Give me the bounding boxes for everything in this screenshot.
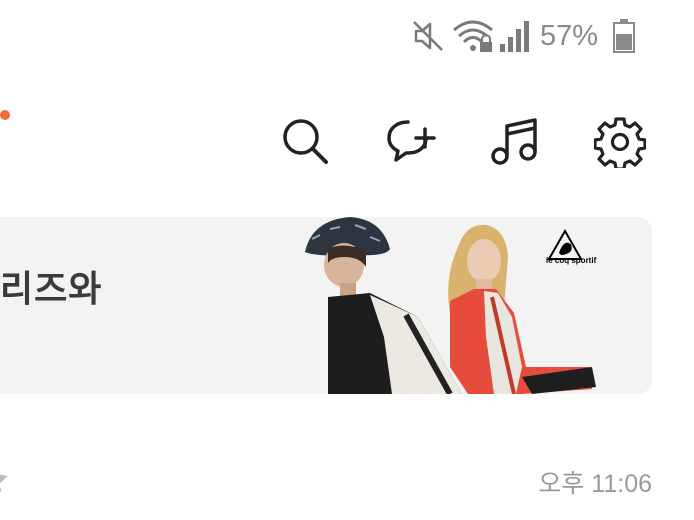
battery-icon: [613, 19, 635, 53]
signal-icon: [500, 21, 529, 52]
add-chat-icon[interactable]: [386, 116, 438, 168]
banner-text: 리즈와: [0, 268, 103, 309]
search-icon[interactable]: [280, 116, 332, 168]
status-bar: 57%: [0, 0, 694, 70]
wifi-icon: [453, 20, 493, 52]
mute-icon: [413, 21, 443, 51]
battery-percent: 57%: [540, 20, 599, 52]
star-icon[interactable]: [0, 462, 16, 492]
music-icon[interactable]: [490, 116, 542, 168]
settings-icon[interactable]: [594, 116, 646, 168]
notification-dot: [0, 110, 10, 120]
brand-name: le coq sportif: [546, 256, 597, 265]
message-time: 오후 11:06: [538, 470, 652, 498]
